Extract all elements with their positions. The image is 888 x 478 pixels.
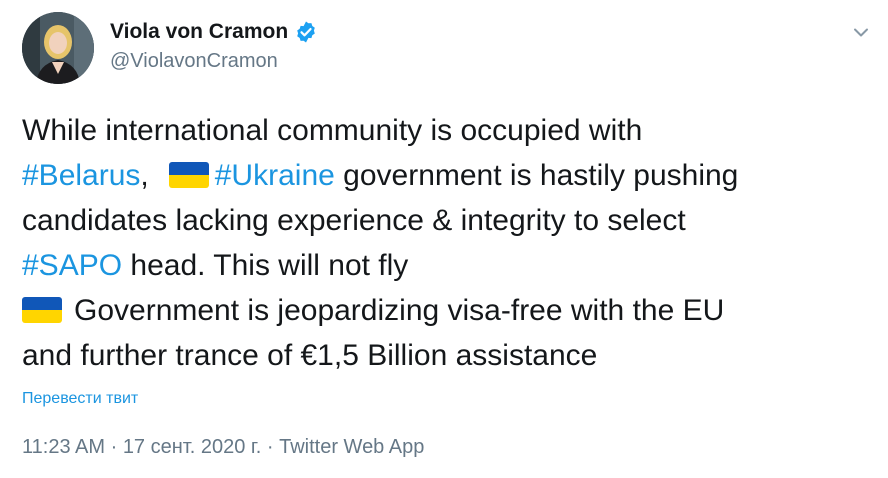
profile-photo-icon xyxy=(22,12,94,84)
tweet-card: Viola von Cramon @ViolavonCramon While i… xyxy=(0,0,888,478)
meta-separator: · xyxy=(261,436,280,458)
tweet-text: While international community is occupie… xyxy=(22,108,867,378)
tweet-line: #SAPO head. This will not fly xyxy=(22,243,867,288)
translate-tweet-link[interactable]: Перевести твит xyxy=(22,390,138,408)
chevron-down-icon[interactable] xyxy=(849,20,873,44)
author-name-row: Viola von Cramon xyxy=(110,20,318,44)
tweet-time[interactable]: 11:23 AM xyxy=(22,436,105,458)
ukraine-flag-icon xyxy=(168,162,209,188)
tweet-line: and further trance of €1,5 Billion assis… xyxy=(22,339,598,372)
tweet-line: #Belarus, #Ukraine government is hastily … xyxy=(22,153,867,198)
hashtag-ukraine-link[interactable]: #Ukraine xyxy=(215,159,335,192)
tweet-metadata: 11:23 AM · 17 сент. 2020 г. · Twitter We… xyxy=(22,436,424,459)
tweet-source-app[interactable]: Twitter Web App xyxy=(279,436,424,458)
comma-text: , xyxy=(140,159,149,192)
tweet-line: Government is jeopardizing visa-free wit… xyxy=(22,288,867,333)
user-handle[interactable]: @ViolavonCramon xyxy=(110,50,278,73)
hashtag-sapo-link[interactable]: #SAPO xyxy=(22,249,122,282)
tweet-text-segment: Government is jeopardizing visa-free wit… xyxy=(74,294,725,327)
display-name[interactable]: Viola von Cramon xyxy=(110,20,288,44)
hashtag-belarus-link[interactable]: #Belarus xyxy=(22,159,140,192)
tweet-line: candidates lacking experience & integrit… xyxy=(22,204,686,237)
tweet-text-segment: head. This will not fly xyxy=(122,249,409,282)
verified-badge-icon xyxy=(294,20,318,44)
tweet-text-segment: government is hastily pushing xyxy=(334,159,739,192)
tweet-line: While international community is occupie… xyxy=(22,114,643,147)
meta-separator: · xyxy=(105,436,123,458)
ukraine-flag-icon xyxy=(22,297,62,323)
avatar[interactable] xyxy=(22,12,94,84)
tweet-date[interactable]: 17 сент. 2020 г. xyxy=(123,436,262,458)
